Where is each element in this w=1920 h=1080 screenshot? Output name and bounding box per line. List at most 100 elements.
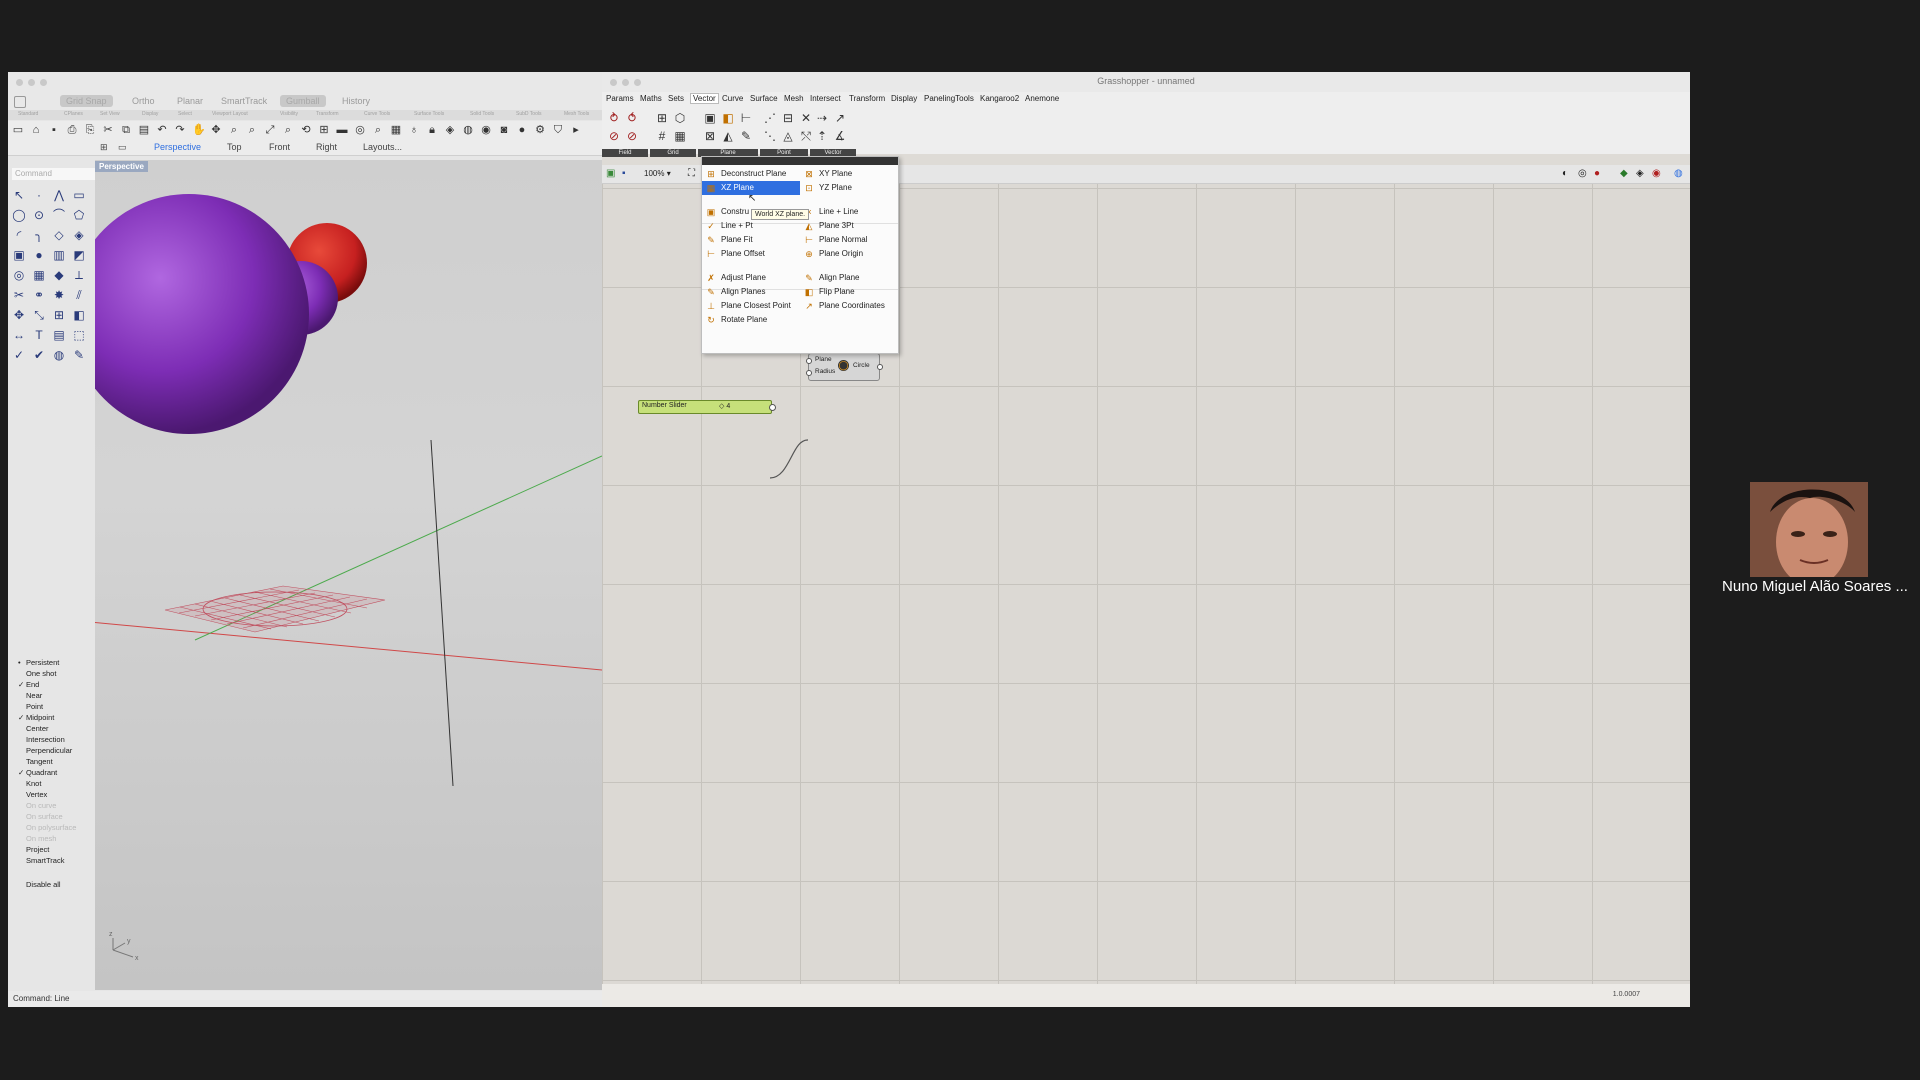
shaded-preview-icon[interactable]: ● <box>1594 168 1600 179</box>
align-plane-icon[interactable]: ✎ <box>738 128 754 144</box>
zoom-window-icon[interactable]: ⌕ <box>246 124 258 136</box>
block-icon[interactable]: ⬚ <box>72 328 86 342</box>
close-window-button[interactable] <box>16 79 23 86</box>
options-icon[interactable]: ⚙︎ <box>534 124 546 136</box>
tab-panelingtools[interactable]: PanelingTools <box>924 94 974 103</box>
selected-preview-icon[interactable]: ◆ <box>1620 168 1628 179</box>
radio-dot-icon[interactable]: • <box>18 658 26 667</box>
drafting-icon[interactable]: ✎ <box>72 348 86 362</box>
shaded-icon[interactable]: ◉ <box>480 124 492 136</box>
analyze-icon[interactable]: ✓ <box>12 348 26 362</box>
xz-plane-icon[interactable]: ⊠ <box>702 128 718 144</box>
rectangle-icon[interactable]: ▭ <box>72 188 86 202</box>
select-arrow-icon[interactable]: ↖ <box>12 188 26 202</box>
polyline-icon[interactable]: ⋀ <box>52 188 66 202</box>
tab-transform[interactable]: Transform <box>316 111 339 117</box>
radius-input-grip[interactable] <box>806 370 812 376</box>
mesh-icon[interactable]: ▦ <box>32 268 46 282</box>
field-line-icon[interactable]: ⥀ <box>624 110 640 126</box>
tab-top[interactable]: Top <box>227 142 242 152</box>
tab-kangaroo2[interactable]: Kangaroo2 <box>980 94 1019 103</box>
select-curves-icon[interactable]: ⌕ <box>372 124 384 136</box>
loft-icon[interactable]: ◈ <box>72 228 86 242</box>
explode-icon[interactable]: ✸ <box>52 288 66 302</box>
output-circle[interactable]: Circle <box>853 362 870 369</box>
zoom-selected-icon[interactable]: ⌕ <box>282 124 294 136</box>
deconstruct-point-icon[interactable]: ⊟ <box>780 110 796 126</box>
export-icon[interactable]: ⎘ <box>84 124 96 136</box>
square-grid-icon[interactable]: ⊞ <box>654 110 670 126</box>
tab-viewport-layout[interactable]: Viewport Layout <box>212 111 248 117</box>
tab-cplanes[interactable]: CPlanes <box>64 111 83 117</box>
tab-set-view[interactable]: Set View <box>100 111 120 117</box>
group-grid[interactable]: Grid <box>650 149 696 157</box>
zoom-dropdown[interactable]: 100% ▾ <box>644 169 671 178</box>
circle-component-node[interactable]: Plane Radius ◯ Circle <box>806 353 883 381</box>
osnap-knot[interactable]: Knot <box>18 779 41 788</box>
rotate-view-icon[interactable]: ✥ <box>210 124 222 136</box>
tab-solid-tools[interactable]: Solid Tools <box>470 111 494 117</box>
field-spin-icon[interactable]: ⊘ <box>624 128 640 144</box>
osnap-near[interactable]: Near <box>18 691 42 700</box>
menu-item-align-plane[interactable]: ✎ Align Plane <box>800 271 898 285</box>
menu-item-flip-plane[interactable]: ◧ Flip Plane <box>800 285 898 299</box>
minimize-window-button[interactable] <box>28 79 35 86</box>
menu-item-plane-coordinates[interactable]: ↗ Plane Coordinates <box>800 299 898 313</box>
input-plane[interactable]: Plane <box>815 356 832 363</box>
circle-output-grip[interactable] <box>877 364 883 370</box>
checkmark-icon[interactable]: ✓ <box>18 713 26 722</box>
vector-xyz-icon[interactable]: ⇢ <box>814 110 830 126</box>
osnap-on-mesh[interactable]: On mesh <box>18 834 56 843</box>
osnap-intersection[interactable]: Intersection <box>18 735 65 744</box>
circle-icon[interactable]: ◯ <box>12 208 26 222</box>
dimension-icon[interactable]: ↔ <box>12 328 26 342</box>
split-icon[interactable]: ⟂ <box>72 268 86 282</box>
document-preview-icon[interactable]: ◉ <box>1652 168 1661 179</box>
viewport-title[interactable]: Perspective <box>95 161 148 172</box>
four-view-icon[interactable]: ⊞ <box>318 124 330 136</box>
rect-grid-icon[interactable]: # <box>654 128 670 144</box>
tab-front[interactable]: Front <box>269 142 290 152</box>
group-field[interactable]: Field <box>602 149 648 157</box>
tab-visibility[interactable]: Visibility <box>280 111 298 117</box>
menu-item-plane-3pt[interactable]: ◭ Plane 3Pt <box>800 219 898 233</box>
checkmark-icon[interactable]: ✓ <box>18 680 26 689</box>
render-tools-icon[interactable]: ◍ <box>52 348 66 362</box>
slider-output-grip[interactable] <box>769 404 776 411</box>
plane-normal-icon[interactable]: ⊢ <box>738 110 754 126</box>
hatch-icon[interactable]: ▤ <box>52 328 66 342</box>
tab-display[interactable]: Display <box>891 94 917 103</box>
tab-params[interactable]: Params <box>606 94 634 103</box>
zoom-extents-icon[interactable]: ⛶ <box>688 168 695 179</box>
sort-points-icon[interactable]: ⤲ <box>798 128 814 144</box>
wireframe-preview-icon[interactable]: ◎ <box>1578 168 1587 179</box>
osnap-project[interactable]: Project <box>18 845 49 854</box>
trim-icon[interactable]: ✂ <box>12 288 26 302</box>
gh-settings-icon[interactable]: ◍ <box>1674 168 1683 179</box>
copy-icon[interactable]: ⧉ <box>120 124 132 136</box>
tab-select[interactable]: Select <box>178 111 192 117</box>
field-icon[interactable]: ⥁ <box>606 110 622 126</box>
gh-close-button[interactable] <box>610 79 617 86</box>
tab-curve-tools[interactable]: Curve Tools <box>364 111 390 117</box>
osnap-end[interactable]: ✓ End <box>18 680 39 689</box>
plane-origin-icon[interactable]: ◧ <box>720 110 736 126</box>
tab-subd-tools[interactable]: SubD Tools <box>516 111 541 117</box>
menu-item-plane-normal[interactable]: ⊢ Plane Normal <box>800 233 898 247</box>
pull-point-icon[interactable]: ⋱ <box>762 128 778 144</box>
surface-icon[interactable]: ◇ <box>52 228 66 242</box>
osnap-midpoint[interactable]: ✓ Midpoint <box>18 713 54 722</box>
osnap-center[interactable]: Center <box>18 724 49 733</box>
tab-anemone[interactable]: Anemone <box>1025 94 1059 103</box>
tab-right[interactable]: Right <box>316 142 337 152</box>
text-icon[interactable]: T <box>32 328 46 342</box>
print-icon[interactable]: ⎙ <box>66 124 78 136</box>
number-slider-node[interactable]: Number Slider ◇ 4 <box>638 400 776 414</box>
grid-snap-toggle[interactable]: Grid Snap <box>60 95 113 107</box>
history-toggle[interactable]: History <box>336 95 376 107</box>
osnap-persistent[interactable]: • Persistent <box>18 658 59 667</box>
tab-surface[interactable]: Surface <box>750 94 778 103</box>
check-icon[interactable]: ✔ <box>32 348 46 362</box>
menu-item-yz-plane[interactable]: ⊡ YZ Plane <box>800 181 898 195</box>
gumball-toggle[interactable]: Gumball <box>280 95 326 107</box>
